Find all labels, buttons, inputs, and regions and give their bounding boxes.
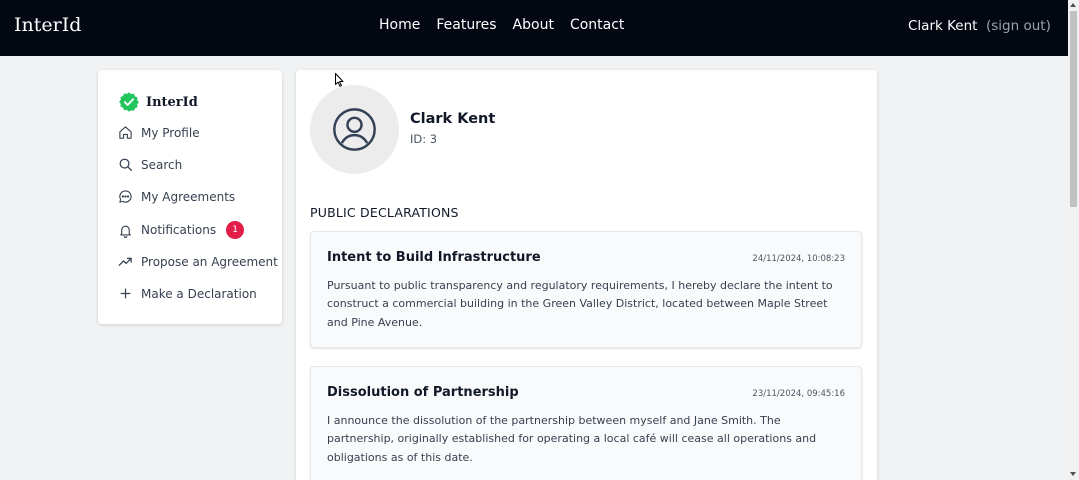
page-scrollbar[interactable] xyxy=(1068,0,1079,480)
nav-features-link[interactable]: Features xyxy=(436,17,496,33)
declaration-body: Pursuant to public transparency and regu… xyxy=(327,279,833,329)
sidebar: InterId My Profile Search My Agreements … xyxy=(98,70,282,324)
nav-contact-link[interactable]: Contact xyxy=(570,17,624,33)
declaration-card[interactable]: Dissolution of Partnership 23/11/2024, 0… xyxy=(310,366,862,480)
scroll-up-arrow-icon[interactable] xyxy=(1070,3,1076,7)
chat-icon xyxy=(119,190,132,203)
search-icon xyxy=(119,158,133,172)
section-title-public-declarations: PUBLIC DECLARATIONS xyxy=(310,205,459,220)
declaration-body: I announce the dissolution of the partne… xyxy=(327,414,817,464)
sidebar-item-propose-agreement[interactable]: Propose an Agreement xyxy=(118,254,278,269)
declaration-title: Dissolution of Partnership xyxy=(327,385,519,400)
mouse-cursor-icon xyxy=(335,73,344,87)
sidebar-brand-label: InterId xyxy=(146,94,198,110)
current-user-name[interactable]: Clark Kent xyxy=(908,18,977,34)
brand-logo-text[interactable]: InterId xyxy=(14,14,81,36)
sidebar-item-my-agreements[interactable]: My Agreements xyxy=(118,189,235,204)
main-nav: Home Features About Contact xyxy=(379,17,624,33)
nav-home-link[interactable]: Home xyxy=(379,17,420,33)
sidebar-item-search[interactable]: Search xyxy=(118,157,182,172)
trending-up-icon xyxy=(118,257,132,266)
user-avatar-icon xyxy=(333,108,376,151)
home-icon xyxy=(119,126,132,139)
sign-out-link[interactable]: (sign out) xyxy=(986,18,1051,34)
sidebar-item-label: My Profile xyxy=(141,125,200,140)
sidebar-item-label: Search xyxy=(141,157,183,172)
sidebar-item-label: Notifications xyxy=(141,223,217,237)
sidebar-item-label: My Agreements xyxy=(141,189,236,204)
verified-badge-icon xyxy=(119,92,139,112)
sidebar-item-make-declaration[interactable]: Make a Declaration xyxy=(118,286,257,301)
profile-panel: Clark Kent ID: 3 PUBLIC DECLARATIONS Int… xyxy=(296,70,877,480)
profile-id: ID: 3 xyxy=(410,132,438,146)
sidebar-item-label: Propose an Agreement xyxy=(141,254,278,269)
sidebar-item-my-profile[interactable]: My Profile xyxy=(118,125,200,140)
top-navbar: InterId Home Features About Contact Clar… xyxy=(0,0,1068,56)
plus-icon xyxy=(120,288,131,299)
scrollbar-thumb[interactable] xyxy=(1070,11,1077,207)
declaration-date: 24/11/2024, 10:08:23 xyxy=(752,254,845,264)
declaration-date: 23/11/2024, 09:45:16 xyxy=(752,389,845,399)
nav-about-link[interactable]: About xyxy=(513,17,554,33)
bell-icon xyxy=(120,225,131,238)
sidebar-item-label: Make a Declaration xyxy=(141,286,257,301)
profile-name: Clark Kent xyxy=(410,111,496,127)
scroll-down-arrow-icon[interactable] xyxy=(1070,472,1076,476)
sidebar-brand: InterId xyxy=(118,91,198,113)
declaration-title: Intent to Build Infrastructure xyxy=(327,250,541,265)
declaration-card[interactable]: Intent to Build Infrastructure 24/11/202… xyxy=(310,231,862,348)
sidebar-item-notifications[interactable]: Notifications 1 xyxy=(118,221,245,239)
avatar xyxy=(310,85,399,174)
notification-count-badge: 1 xyxy=(226,221,245,239)
